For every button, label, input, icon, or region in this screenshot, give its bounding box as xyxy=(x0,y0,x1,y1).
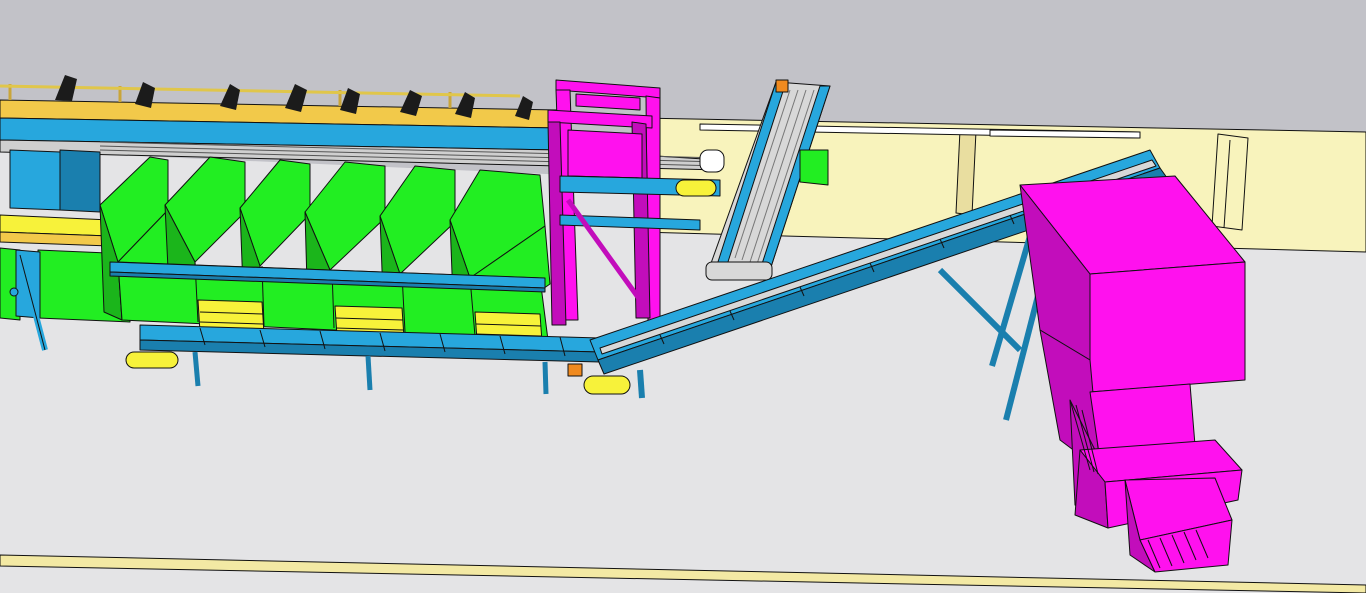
wall-column xyxy=(1211,133,1249,231)
wall-column xyxy=(955,129,977,216)
factory-3d-render xyxy=(0,75,1366,593)
scene xyxy=(0,0,1366,593)
wall-rail xyxy=(989,129,1141,139)
